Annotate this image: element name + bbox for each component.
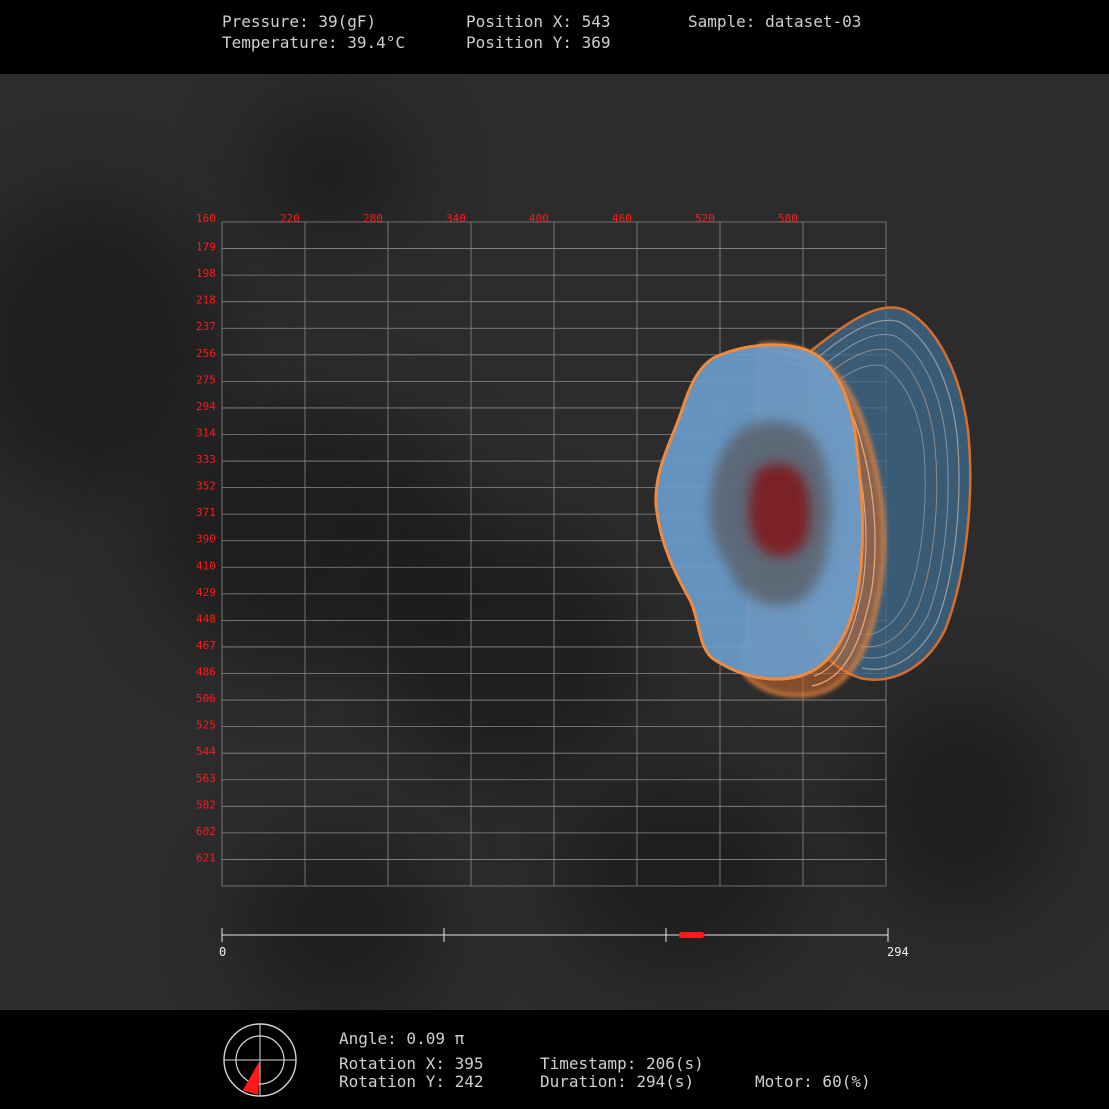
y-tick-label: 506	[196, 692, 216, 705]
specimen-3d-render	[654, 306, 972, 698]
y-tick-label: 333	[196, 453, 216, 466]
y-tick-label: 410	[196, 559, 216, 572]
y-tick-label: 563	[196, 772, 216, 785]
y-tick-label: 582	[196, 798, 216, 811]
y-tick-label: 448	[196, 612, 216, 625]
x-tick-label: 580	[778, 212, 798, 225]
y-tick-label: 371	[196, 506, 216, 519]
rotation-x-readout: Rotation X: 395	[339, 1054, 484, 1073]
y-tick-label: 198	[196, 267, 216, 280]
grid-x-tick-labels: 160 220 280 340 400 460 520 580	[196, 212, 798, 225]
y-tick-label: 352	[196, 480, 216, 493]
timestamp-readout: Timestamp: 206(s)	[540, 1054, 704, 1073]
compass-icon	[223, 1023, 297, 1097]
bottom-status-bar: Angle: 0.09 π Rotation X: 395 Rotation Y…	[0, 1010, 1109, 1109]
y-tick-label: 602	[196, 825, 216, 838]
y-tick-label: 390	[196, 533, 216, 546]
timeline-start-label: 0	[219, 945, 226, 959]
timeline-scrubber[interactable]: 0 294	[219, 928, 909, 959]
x-tick-label: 520	[695, 212, 715, 225]
y-tick-label: 429	[196, 586, 216, 599]
y-tick-label: 486	[196, 666, 216, 679]
y-tick-label: 544	[196, 745, 216, 758]
timeline-end-label: 294	[887, 945, 909, 959]
rotation-y-readout: Rotation Y: 242	[339, 1072, 484, 1091]
y-tick-label: 294	[196, 400, 216, 413]
angle-readout: Angle: 0.09 π	[339, 1029, 465, 1048]
grid-y-tick-labels: 179 198 218 237 256 275 294 314 333 352 371 390 410 4…	[196, 241, 216, 865]
overlay-canvas: 160 220 280 340 400 460 520 580 179 198 21…	[196, 212, 972, 959]
y-tick-label: 256	[196, 347, 216, 360]
motor-readout: Motor: 60(%)	[755, 1072, 871, 1091]
x-tick-label: 400	[529, 212, 549, 225]
y-tick-label: 314	[196, 426, 216, 439]
y-tick-label: 237	[196, 320, 216, 333]
timeline-playhead[interactable]	[678, 932, 705, 938]
x-tick-label: 460	[612, 212, 632, 225]
x-tick-label: 160	[196, 212, 216, 225]
y-tick-label: 621	[196, 851, 216, 864]
x-tick-label: 220	[280, 212, 300, 225]
y-tick-label: 467	[196, 639, 216, 652]
y-tick-label: 218	[196, 294, 216, 307]
duration-readout: Duration: 294(s)	[540, 1072, 695, 1091]
y-tick-label: 179	[196, 241, 216, 254]
y-tick-label: 525	[196, 719, 216, 732]
x-tick-label: 340	[446, 212, 466, 225]
x-tick-label: 280	[363, 212, 383, 225]
y-tick-label: 275	[196, 373, 216, 386]
